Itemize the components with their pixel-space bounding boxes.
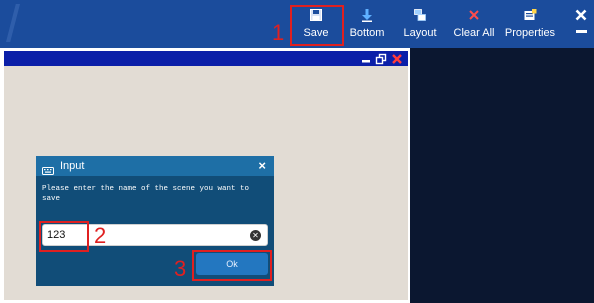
bottom-label: Bottom: [349, 27, 385, 39]
bottom-button[interactable]: Bottom: [347, 6, 387, 42]
window-close-icon[interactable]: [391, 52, 403, 64]
layout-icon: [414, 6, 426, 24]
clear-all-button[interactable]: Clear All: [451, 6, 497, 42]
right-panel: [410, 48, 594, 303]
clear-all-label: Clear All: [453, 27, 495, 39]
arrow-down-icon: [361, 6, 373, 24]
layout-button[interactable]: Layout: [402, 6, 438, 42]
annotation-box-ok: [192, 250, 272, 281]
minimize-icon[interactable]: [576, 30, 587, 33]
restore-icon[interactable]: [375, 52, 387, 65]
properties-icon: [524, 6, 537, 24]
dialog-header: Input ×: [36, 156, 274, 176]
clear-input-icon[interactable]: ✕: [250, 230, 261, 241]
clear-x-icon: [468, 6, 480, 24]
toolbar-decoration: [6, 4, 20, 42]
annotation-box-save: [290, 5, 344, 46]
properties-label: Properties: [504, 27, 556, 39]
dialog-close-button[interactable]: ×: [258, 158, 266, 173]
annotation-number-1: 1: [272, 20, 285, 45]
annotation-number-2: 2: [94, 223, 107, 248]
keyboard-icon: [42, 162, 54, 180]
dialog-title: Input: [60, 160, 85, 172]
annotation-number-3: 3: [174, 256, 187, 281]
annotation-box-input: [39, 221, 89, 252]
window-minimize-icon[interactable]: [360, 52, 372, 64]
properties-button[interactable]: Properties: [504, 6, 556, 42]
layout-label: Layout: [403, 27, 437, 39]
close-x-icon[interactable]: [575, 8, 587, 21]
window-titlebar: [4, 51, 408, 66]
dialog-message: Please enter the name of the scene you w…: [42, 185, 250, 203]
